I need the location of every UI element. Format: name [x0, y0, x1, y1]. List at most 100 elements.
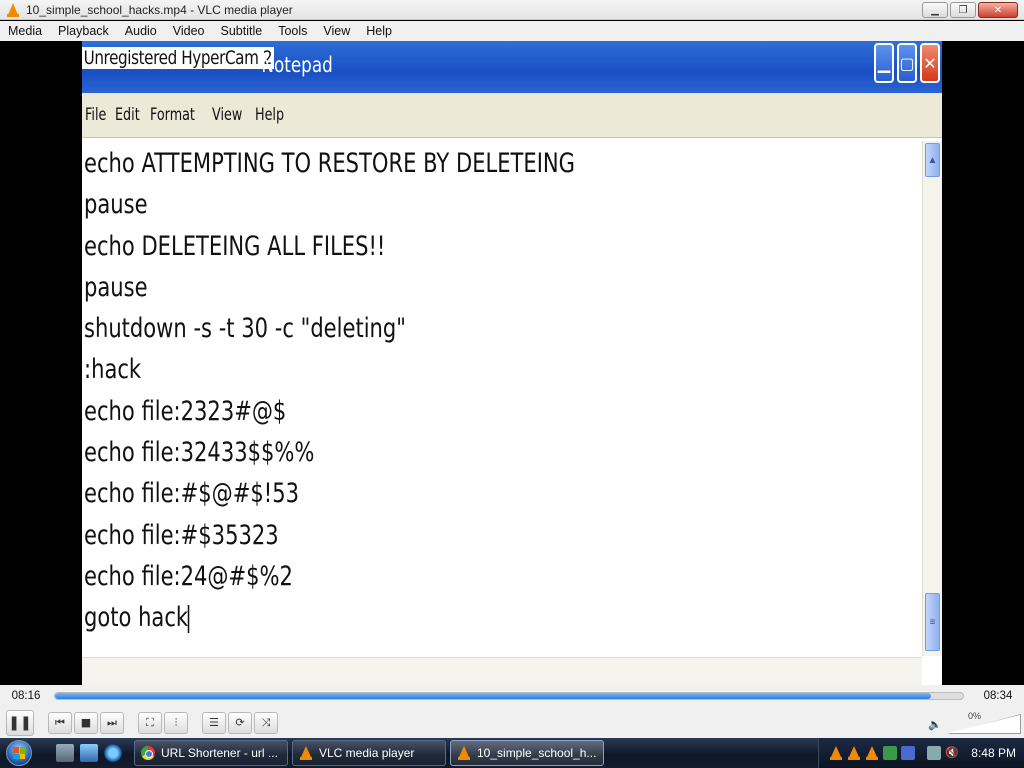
vlc-tray-icon[interactable] — [865, 746, 879, 760]
close-button[interactable]: ✕ — [978, 2, 1018, 18]
playlist-button[interactable]: ☰ — [202, 711, 226, 734]
notepad-vertical-scrollbar: ▲ ≡ — [922, 141, 942, 656]
stop-button[interactable]: ■ — [74, 711, 98, 734]
task-label: VLC media player — [319, 746, 415, 760]
window-title: 10_simple_school_hacks.mp4 - VLC media p… — [26, 2, 293, 17]
text-line-last-content: goto hack — [84, 602, 189, 634]
menu-help[interactable]: Help — [358, 24, 400, 38]
previous-icon: ⏮ — [55, 715, 65, 729]
tray-app-icon[interactable] — [901, 746, 916, 760]
video-area[interactable]: Unregistered HyperCam 2 - Notepad ▁ ▢ ✕ … — [0, 41, 1024, 685]
extended-settings-button[interactable]: ⫶ — [164, 711, 188, 734]
notepad-minimize-icon: ▁ — [874, 43, 894, 83]
pause-button[interactable]: ❚❚ — [6, 709, 34, 736]
text-line: echo file:24@#$%2 — [84, 560, 293, 592]
menu-tools[interactable]: Tools — [270, 24, 315, 38]
speaker-muted-icon[interactable]: 🔇 — [945, 746, 959, 760]
show-desktop-icon[interactable] — [56, 744, 74, 762]
vlc-icon — [457, 746, 471, 760]
scroll-up-icon: ▲ — [925, 143, 940, 177]
quick-launch — [56, 744, 122, 762]
close-icon: ✕ — [993, 4, 1003, 16]
notepad-menu-format: Format — [150, 105, 196, 125]
text-line: shutdown -s -t 30 -c "deleting" — [84, 313, 406, 345]
seek-slider[interactable] — [54, 692, 964, 700]
minimize-icon: ▁ — [931, 4, 939, 16]
notepad-close-icon: ✕ — [920, 43, 940, 83]
shuffle-button[interactable]: ⤨ — [254, 711, 278, 734]
notepad-text-area: echo ATTEMPTING TO RESTORE BY DELETEING … — [82, 143, 922, 657]
seek-row: 08:16 08:34 — [0, 685, 1024, 707]
internet-explorer-icon[interactable] — [104, 744, 122, 762]
vlc-icon — [299, 746, 313, 760]
text-line: pause — [84, 271, 148, 303]
volume-control[interactable]: 🔈 0% — [928, 711, 1021, 735]
time-total: 08:34 — [983, 690, 1013, 702]
next-button[interactable]: ⏭ — [100, 711, 124, 734]
time-elapsed: 08:16 — [11, 690, 41, 702]
notepad-title: - Notepad — [250, 53, 333, 77]
text-line: echo file:2323#@$ — [84, 395, 287, 427]
tray-app-icon[interactable] — [883, 746, 898, 760]
menu-media[interactable]: Media — [0, 24, 50, 38]
system-tray: 🔇 8:48 PM — [818, 738, 1024, 768]
vlc-titlebar[interactable]: 10_simple_school_hacks.mp4 - VLC media p… — [0, 0, 1024, 20]
start-button[interactable] — [0, 738, 38, 768]
equalizer-icon: ⫶ — [174, 715, 178, 729]
seek-progress-fill — [55, 693, 932, 699]
menu-video[interactable]: Video — [165, 24, 213, 38]
menu-view[interactable]: View — [315, 24, 358, 38]
menu-playback[interactable]: Playback — [50, 24, 117, 38]
task-label: 10_simple_school_h... — [477, 746, 597, 760]
notepad-maximize-icon: ▢ — [897, 43, 917, 83]
vlc-tray-icon[interactable] — [829, 746, 843, 760]
video-frame-notepad: Unregistered HyperCam 2 - Notepad ▁ ▢ ✕ … — [82, 41, 942, 685]
notepad-menu-edit: Edit — [115, 105, 141, 125]
windows-taskbar: URL Shortener - url ... VLC media player… — [0, 738, 1024, 768]
taskbar-item-vlc-video[interactable]: 10_simple_school_h... — [450, 740, 604, 766]
volume-slider[interactable] — [948, 715, 1020, 733]
fullscreen-icon: ⛶ — [146, 715, 154, 729]
taskbar-item-url-shortener[interactable]: URL Shortener - url ... — [134, 740, 288, 766]
loop-button[interactable]: ⟳ — [228, 711, 252, 734]
next-icon: ⏭ — [107, 715, 117, 729]
stop-icon: ■ — [80, 716, 92, 729]
restore-icon: ❐ — [958, 4, 968, 16]
scroll-thumb: ≡ — [925, 593, 940, 651]
hypercam-watermark: Unregistered HyperCam 2 — [82, 47, 274, 69]
task-label: URL Shortener - url ... — [161, 746, 278, 760]
text-line: echo DELETEING ALL FILES!! — [84, 230, 386, 262]
text-line: :hack — [84, 354, 142, 386]
notepad-menu-help: Help — [254, 105, 284, 125]
taskbar-item-vlc[interactable]: VLC media player — [292, 740, 446, 766]
shuffle-icon: ⤨ — [261, 715, 271, 729]
notepad-menu-file: File — [85, 105, 107, 125]
text-line: echo file:32433$$%% — [84, 437, 315, 469]
loop-icon: ⟳ — [235, 716, 245, 729]
menu-audio[interactable]: Audio — [117, 24, 165, 38]
vlc-tray-icon[interactable] — [847, 746, 861, 760]
fullscreen-button[interactable]: ⛶ — [138, 711, 162, 734]
vlc-icon — [6, 2, 20, 17]
window-controls: ▁ ❐ ✕ — [922, 2, 1018, 18]
notepad-menu-view: View — [212, 105, 243, 125]
network-icon[interactable] — [927, 746, 942, 760]
text-line: echo ATTEMPTING TO RESTORE BY DELETEING — [84, 148, 576, 179]
menu-subtitle[interactable]: Subtitle — [213, 24, 271, 38]
windows-logo-icon — [6, 740, 32, 766]
previous-button[interactable]: ⏮ — [48, 711, 72, 734]
notepad-menubar: File Edit Format View Help — [82, 93, 942, 138]
speaker-icon[interactable]: 🔈 — [928, 718, 942, 731]
text-line: echo file:#$35323 — [84, 519, 279, 551]
notepad-titlebar: Unregistered HyperCam 2 - Notepad ▁ ▢ ✕ — [82, 41, 942, 93]
volume-percent: 0% — [968, 711, 982, 721]
pause-icon: ❚❚ — [8, 714, 32, 731]
restore-button[interactable]: ❐ — [950, 2, 976, 18]
clock[interactable]: 8:48 PM — [971, 746, 1016, 760]
vlc-menubar: Media Playback Audio Video Subtitle Tool… — [0, 21, 1024, 41]
text-caret — [188, 604, 190, 633]
switch-windows-icon[interactable] — [80, 744, 98, 762]
chrome-icon — [141, 746, 155, 760]
minimize-button[interactable]: ▁ — [922, 2, 948, 18]
text-line: echo file:#$@#$!53 — [84, 478, 300, 510]
